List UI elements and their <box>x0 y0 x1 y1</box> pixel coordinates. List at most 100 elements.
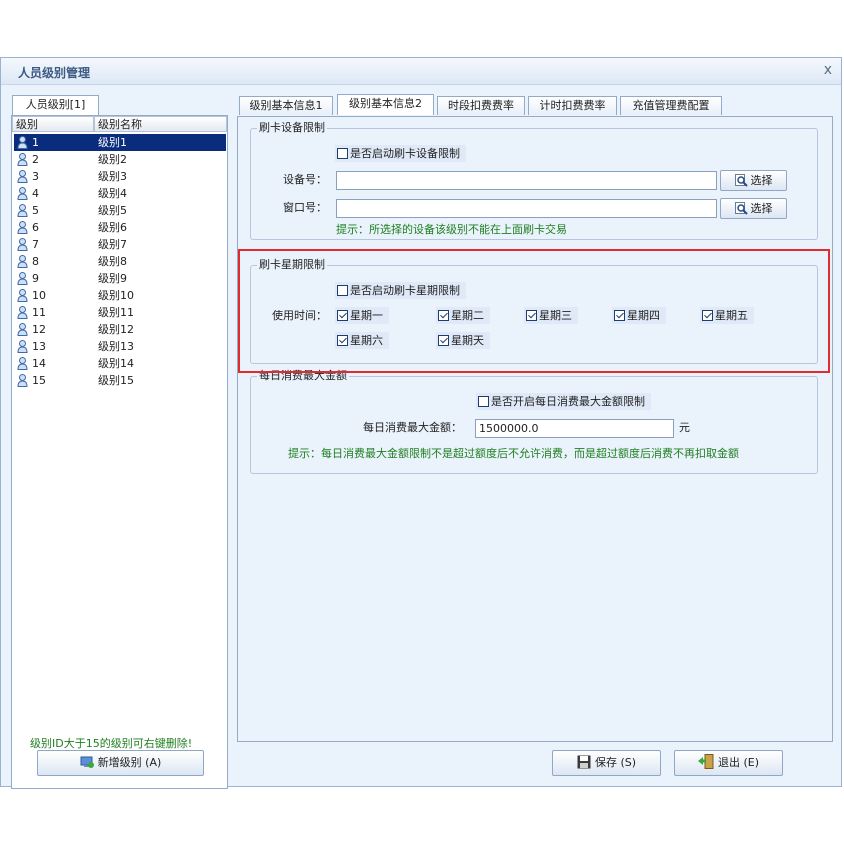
thursday-checkbox[interactable]: 星期四 <box>612 307 666 324</box>
table-row[interactable]: 4 级别4 <box>14 185 226 202</box>
level-name-cell: 级别15 <box>98 374 134 387</box>
level-id-cell: 7 <box>32 238 39 251</box>
tab-timed-rate[interactable]: 计时扣费费率 <box>528 96 617 115</box>
use-time-label: 使用时间： <box>272 309 327 322</box>
table-row[interactable]: 15 级别15 <box>14 372 226 389</box>
saturday-checkbox[interactable]: 星期六 <box>335 332 389 349</box>
table-row[interactable]: 3 级别3 <box>14 168 226 185</box>
checkbox-box <box>614 310 625 321</box>
header-level[interactable]: 级别 <box>12 116 94 132</box>
add-level-label: 新增级别 (A) <box>97 756 162 769</box>
level-id-cell: 6 <box>32 221 39 234</box>
table-row[interactable]: 10 级别10 <box>14 287 226 304</box>
level-id-cell: 8 <box>32 255 39 268</box>
enable-daily-limit-checkbox[interactable]: 是否开启每日消费最大金额限制 <box>476 393 651 410</box>
level-id-cell: 13 <box>32 340 46 353</box>
level-id-cell: 12 <box>32 323 46 336</box>
table-row[interactable]: 14 级别14 <box>14 355 226 372</box>
weekday-restriction-group: 刷卡星期限制 是否启动刷卡星期限制 使用时间： 星期一 星期二 星期三 星期四 … <box>250 258 818 364</box>
checkbox-box <box>337 310 348 321</box>
save-button[interactable]: 保存 (S) <box>552 750 661 776</box>
table-row[interactable]: 11 级别11 <box>14 304 226 321</box>
user-icon <box>17 187 28 200</box>
level-name-cell: 级别9 <box>98 272 127 285</box>
table-row[interactable]: 2 级别2 <box>14 151 226 168</box>
level-id-cell: 1 <box>32 136 39 149</box>
level-name-cell: 级别12 <box>98 323 134 336</box>
tab-basic-info-2[interactable]: 级别基本信息2 <box>337 94 434 115</box>
checkbox-box <box>438 335 449 346</box>
daily-amount-input[interactable]: 1500000.0 <box>475 419 674 438</box>
table-row[interactable]: 7 级别7 <box>14 236 226 253</box>
table-row[interactable]: 12 级别12 <box>14 321 226 338</box>
wednesday-checkbox[interactable]: 星期三 <box>524 307 578 324</box>
left-hint: 级别ID大于15的级别可右键删除! <box>30 737 193 750</box>
tab-recharge-fee[interactable]: 充值管理费配置 <box>620 96 722 115</box>
user-icon <box>17 323 28 336</box>
select-device-button[interactable]: 选择 <box>720 170 787 191</box>
user-icon <box>17 272 28 285</box>
window-no-input[interactable] <box>336 199 717 218</box>
level-name-cell: 级别4 <box>98 187 127 200</box>
user-icon <box>17 340 28 353</box>
level-id-cell: 5 <box>32 204 39 217</box>
user-icon <box>17 374 28 387</box>
device-hint: 提示：所选择的设备该级别不能在上面刷卡交易 <box>336 223 567 236</box>
daily-limit-group: 每日消费最大金额 是否开启每日消费最大金额限制 每日消费最大金额： 150000… <box>250 369 818 474</box>
level-name-cell: 级别2 <box>98 153 127 166</box>
level-id-cell: 10 <box>32 289 46 302</box>
exit-door-icon <box>697 754 714 778</box>
device-no-input[interactable] <box>336 171 717 190</box>
checkbox-label: 星期二 <box>451 309 484 322</box>
checkbox-label: 是否启动刷卡设备限制 <box>350 147 460 160</box>
user-icon <box>17 204 28 217</box>
sunday-checkbox[interactable]: 星期天 <box>436 332 490 349</box>
tab-content-pane: 刷卡设备限制 是否启动刷卡设备限制 设备号： 选择 窗口号： 选择 提示：所选择… <box>237 116 833 742</box>
daily-hint: 提示：每日消费最大金额限制不是超过额度后不允许消费，而是超过额度后消费不再扣取金… <box>288 447 739 460</box>
floppy-icon <box>577 754 591 778</box>
checkbox-label: 星期六 <box>350 334 383 347</box>
checkbox-label: 星期四 <box>627 309 660 322</box>
enable-device-limit-checkbox[interactable]: 是否启动刷卡设备限制 <box>335 145 466 162</box>
level-id-cell: 9 <box>32 272 39 285</box>
tab-period-rate[interactable]: 时段扣费费率 <box>437 96 525 115</box>
select-label: 选择 <box>750 174 773 187</box>
window-no-label: 窗口号： <box>283 201 327 214</box>
table-row[interactable]: 1 级别1 <box>14 134 226 151</box>
table-row[interactable]: 9 级别9 <box>14 270 226 287</box>
table-row[interactable]: 5 级别5 <box>14 202 226 219</box>
device-group-legend: 刷卡设备限制 <box>257 121 327 135</box>
level-name-cell: 级别7 <box>98 238 127 251</box>
table-row[interactable]: 13 级别13 <box>14 338 226 355</box>
checkbox-box <box>526 310 537 321</box>
device-no-label: 设备号： <box>283 173 327 186</box>
table-row[interactable]: 6 级别6 <box>14 219 226 236</box>
level-name-cell: 级别14 <box>98 357 134 370</box>
currency-unit: 元 <box>679 421 690 434</box>
add-level-button[interactable]: 新增级别 (A) <box>37 750 204 776</box>
checkbox-box <box>702 310 713 321</box>
header-level-name[interactable]: 级别名称 <box>94 116 227 132</box>
monday-checkbox[interactable]: 星期一 <box>335 307 389 324</box>
checkbox-label: 是否开启每日消费最大金额限制 <box>491 395 645 408</box>
level-name-cell: 级别13 <box>98 340 134 353</box>
friday-checkbox[interactable]: 星期五 <box>700 307 754 324</box>
device-restriction-group: 刷卡设备限制 是否启动刷卡设备限制 设备号： 选择 窗口号： 选择 提示：所选择… <box>250 121 818 240</box>
magnifier-icon <box>734 174 748 193</box>
select-window-button[interactable]: 选择 <box>720 198 787 219</box>
user-icon <box>17 238 28 251</box>
tuesday-checkbox[interactable]: 星期二 <box>436 307 490 324</box>
tab-basic-info-1[interactable]: 级别基本信息1 <box>239 96 333 115</box>
level-name-cell: 级别10 <box>98 289 134 302</box>
user-icon <box>17 136 28 149</box>
level-id-cell: 3 <box>32 170 39 183</box>
enable-weekday-limit-checkbox[interactable]: 是否启动刷卡星期限制 <box>335 282 466 299</box>
magnifier-icon <box>734 202 748 221</box>
exit-button[interactable]: 退出 (E) <box>674 750 783 776</box>
checkbox-box <box>337 148 348 159</box>
checkbox-box <box>337 285 348 296</box>
close-icon[interactable]: x <box>824 62 832 78</box>
table-row[interactable]: 8 级别8 <box>14 253 226 270</box>
tab-level-list[interactable]: 人员级别[1] <box>12 95 99 116</box>
daily-amount-label: 每日消费最大金额： <box>363 421 462 434</box>
